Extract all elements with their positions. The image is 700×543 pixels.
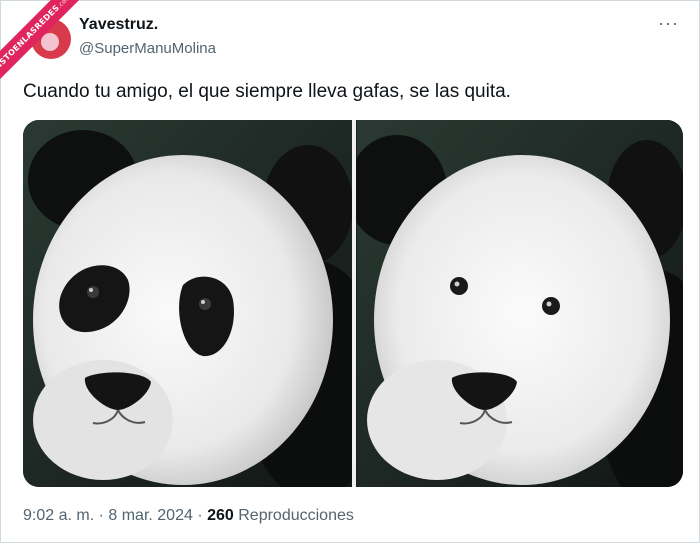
panda-image-without-eye-patches[interactable] (356, 120, 683, 487)
tweet-meta: 9:02 a. m. · 8 mar. 2024 · 260 Reproducc… (23, 507, 354, 525)
watermark-sub: .com (56, 0, 73, 10)
tweet-time[interactable]: 9:02 a. m. (23, 507, 94, 524)
meta-separator: · (192, 507, 208, 524)
more-options-icon[interactable]: ··· (658, 13, 679, 34)
views-label: Reproducciones (233, 507, 354, 524)
author-name[interactable]: Yavestruz. (79, 16, 158, 34)
meta-separator: · (94, 507, 109, 524)
tweet-card: VISTOENLASREDES.com Yavestruz. @SuperMan… (0, 0, 700, 543)
tweet-date[interactable]: 8 mar. 2024 (108, 507, 193, 524)
panda-image-with-eye-patches[interactable] (23, 120, 352, 487)
tweet-media[interactable] (23, 120, 683, 487)
tweet-text: Cuando tu amigo, el que siempre lleva ga… (23, 81, 511, 102)
author-handle[interactable]: @SuperManuMolina (79, 40, 216, 57)
views-count: 260 (207, 507, 234, 524)
